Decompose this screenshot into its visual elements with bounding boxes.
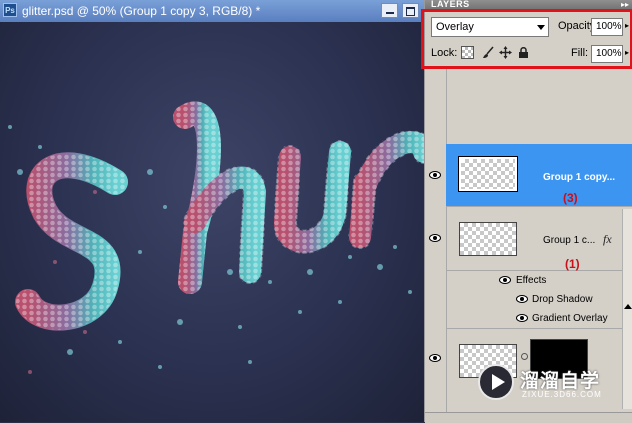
- layer-row-group-1-copy-3[interactable]: Group 1 copy... (3): [446, 144, 632, 207]
- fill-field[interactable]: 100%: [591, 45, 623, 63]
- eye-icon[interactable]: [429, 354, 441, 362]
- move-icon[interactable]: [499, 46, 512, 59]
- eye-icon[interactable]: [429, 171, 441, 179]
- layer-row-group-1-copy[interactable]: Group 1 c... fx (1): [446, 207, 632, 271]
- document-canvas[interactable]: [0, 22, 424, 422]
- lock-label: Lock:: [431, 47, 458, 59]
- watermark-url: ZIXUE.3D66.COM: [522, 390, 602, 399]
- padlock-icon[interactable]: [517, 46, 530, 59]
- layer-thumbnail: [459, 222, 517, 256]
- play-logo-icon: [478, 364, 514, 400]
- glitter-artwork: [8, 101, 424, 374]
- annotation-label: (3): [563, 191, 578, 205]
- effect-name: Gradient Overlay: [532, 313, 608, 324]
- panel-collapse-icon[interactable]: ▸▸: [621, 0, 629, 9]
- document-titlebar[interactable]: Ps glitter.psd @ 50% (Group 1 copy 3, RG…: [0, 0, 424, 22]
- eye-icon[interactable]: [429, 234, 441, 242]
- eye-icon[interactable]: [516, 314, 528, 322]
- layer-name: Group 1 copy...: [543, 172, 616, 183]
- watermark-text: 溜溜自学: [520, 371, 601, 392]
- effect-name: Drop Shadow: [532, 294, 593, 305]
- eye-icon[interactable]: [499, 276, 511, 284]
- photoshop-app-icon: Ps: [3, 3, 17, 17]
- fill-slider-arrow-icon[interactable]: ▸: [625, 48, 632, 58]
- layers-panel: LAYERS ▸▸ Overlay Opacity: 100% ▸ Lock: …: [421, 0, 632, 423]
- effects-label: Effects: [516, 275, 547, 286]
- opacity-slider-arrow-icon[interactable]: ▸: [625, 21, 632, 31]
- effect-row-drop-shadow[interactable]: Drop Shadow: [446, 290, 632, 309]
- effect-row-gradient-overlay[interactable]: Gradient Overlay: [446, 309, 632, 329]
- watermark: 溜溜自学 ZIXUE.3D66.COM: [478, 362, 628, 406]
- maximize-button[interactable]: [402, 3, 419, 18]
- brush-icon[interactable]: [482, 46, 495, 59]
- layer-thumbnail: [458, 156, 518, 192]
- blend-mode-select[interactable]: Overlay: [431, 17, 549, 37]
- effects-row[interactable]: Effects: [446, 271, 632, 290]
- chevron-down-icon: [537, 25, 545, 30]
- scroll-up-icon[interactable]: [624, 304, 632, 309]
- minimize-button[interactable]: [381, 3, 398, 18]
- link-icon[interactable]: [521, 353, 528, 360]
- layers-panel-title: LAYERS: [431, 0, 470, 9]
- blend-mode-value: Overlay: [436, 21, 474, 33]
- lock-transparent-icon[interactable]: [461, 46, 474, 59]
- annotation-label: (1): [565, 257, 580, 271]
- glitter-letters: [15, 101, 424, 331]
- layer-name: Group 1 c...: [543, 235, 596, 246]
- layers-panel-footer: [425, 412, 632, 423]
- fill-label: Fill:: [571, 47, 589, 59]
- document-title: glitter.psd @ 50% (Group 1 copy 3, RGB/8…: [22, 4, 261, 18]
- eye-icon[interactable]: [516, 295, 528, 303]
- opacity-field[interactable]: 100%: [591, 18, 623, 36]
- document-window: Ps glitter.psd @ 50% (Group 1 copy 3, RG…: [0, 0, 424, 422]
- fx-icon[interactable]: fx: [603, 232, 612, 247]
